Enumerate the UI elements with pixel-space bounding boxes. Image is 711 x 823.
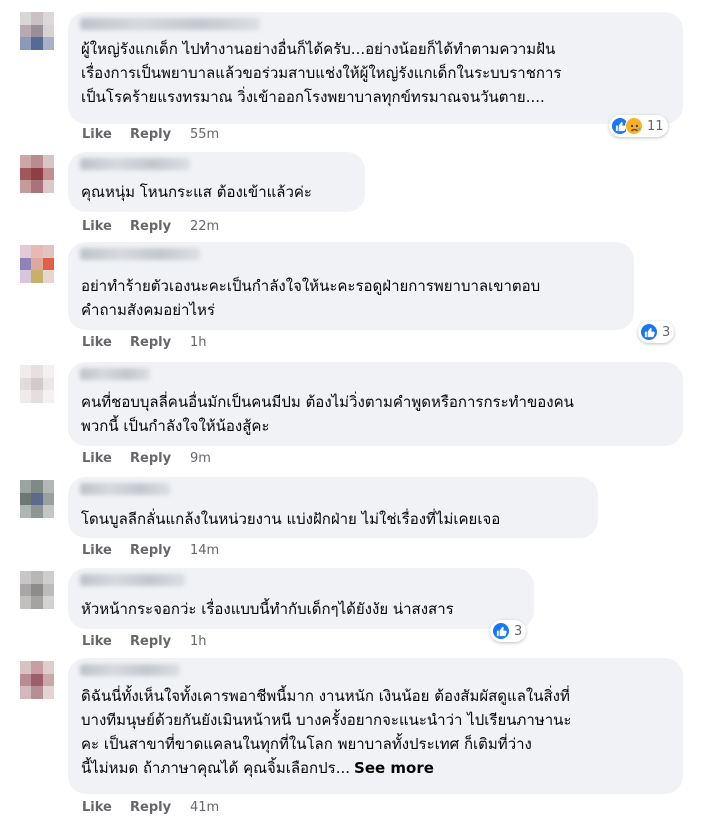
comment-line: โดนบูลลีกลั่นแกล้งในหน่วยงาน แบ่งฝักฝ่าย… [81,510,501,528]
comment-line: พวกนี้ เป็นกำลังใจให้น้องสู้คะ [81,417,270,435]
comment-timestamp[interactable]: 14m [190,543,219,558]
comment-line: นี้ไม่หมด ถ้าภาษาคุณได้ คุณจิ้มเลือกปร..… [81,756,571,780]
reply-button[interactable]: Reply [130,219,171,234]
reply-button[interactable]: Reply [130,127,171,142]
reply-button[interactable]: Reply [130,451,171,466]
reaction-count: 11 [647,118,664,134]
comment-timestamp[interactable]: 1h [190,634,207,649]
avatar[interactable] [20,661,54,699]
commenter-name[interactable] [80,248,200,260]
commenter-name[interactable] [80,368,150,380]
comment-line: หัวหน้ากระจอกว่ะ เรื่องแบบนี้ทำกับเด็กๆไ… [81,600,454,618]
comment-bubble: คุณหนุ่ม โหนกระแส ต้องเข้าแล้วค่ะ [68,152,365,212]
avatar[interactable] [20,365,54,403]
comment-text: อย่าทำร้ายตัวเองนะคะเป็นกำลังใจให้นะคะรอ… [81,274,540,322]
avatar[interactable] [20,480,54,518]
comment-line: คำถามสังคมอย่าไหร่ [81,301,215,319]
comment-text: หัวหน้ากระจอกว่ะ เรื่องแบบนี้ทำกับเด็กๆไ… [81,597,454,621]
comment-line: คะ เป็นสาขาที่ขาดแคลนในทุกที่ในโลก พยาบา… [81,735,532,753]
comment-bubble: คนที่ชอบบุลลี่คนอื่นมักเป็นคนมีปม ต้องไม… [68,362,683,446]
comment-timestamp[interactable]: 22m [190,219,219,234]
comment-line: ผู้ใหญ่รังแกเด็ก ไปทำงานอย่างอื่นก็ได้คร… [81,40,556,58]
comment-text: คนที่ชอบบุลลี่คนอื่นมักเป็นคนมีปม ต้องไม… [81,390,574,438]
reply-button[interactable]: Reply [130,335,171,350]
reply-button[interactable]: Reply [130,800,171,815]
see-more-link[interactable]: See more [354,759,434,777]
avatar[interactable] [20,12,54,50]
like-button[interactable]: Like [82,800,112,815]
comment-line: คุณหนุ่ม โหนกระแส ต้องเข้าแล้วค่ะ [81,183,312,201]
comment-line: เรื่องการเป็นพยาบาลแล้วขอร่วมสาบแช่งให้ผ… [81,64,562,82]
comment-timestamp[interactable]: 1h [190,335,207,350]
reaction-count: 3 [662,324,671,340]
comment-line: เป็นโรคร้ายแรงทรมาณ วิ่งเข้าออกโรงพยาบาล… [81,88,545,106]
comment-bubble: ผู้ใหญ่รังแกเด็ก ไปทำงานอย่างอื่นก็ได้คร… [68,12,683,124]
comment-bubble: ดิฉันนี่ทั้งเห็นใจทั้งเคารพอาชีพนี้มาก ง… [68,658,683,794]
like-button[interactable]: Like [82,451,112,466]
commenter-name[interactable] [80,158,190,170]
commenter-name[interactable] [80,483,170,495]
like-button[interactable]: Like [82,335,112,350]
like-button[interactable]: Like [82,127,112,142]
comment-line-text: นี้ไม่หมด ถ้าภาษาคุณได้ คุณจิ้มเลือกปร..… [81,759,351,777]
comment-line: อย่าทำร้ายตัวเองนะคะเป็นกำลังใจให้นะคะรอ… [81,277,541,295]
reaction-summary[interactable]: 3 [638,321,675,343]
comment-text: ผู้ใหญ่รังแกเด็ก ไปทำงานอย่างอื่นก็ได้คร… [81,37,561,109]
like-reaction-icon [492,622,510,640]
comment-text: ดิฉันนี่ทั้งเห็นใจทั้งเคารพอาชีพนี้มาก ง… [81,684,571,780]
avatar[interactable] [20,155,54,193]
comment-bubble: โดนบูลลีกลั่นแกล้งในหน่วยงาน แบ่งฝักฝ่าย… [68,477,598,538]
reply-button[interactable]: Reply [130,543,171,558]
comment-bubble: อย่าทำร้ายตัวเองนะคะเป็นกำลังใจให้นะคะรอ… [68,242,634,330]
comment-line: บางทีมนุษย์ด้วยกันยังเมินหน้าหนี บางครั้… [81,711,572,729]
commenter-name[interactable] [80,18,260,30]
like-button[interactable]: Like [82,634,112,649]
avatar[interactable] [20,571,54,609]
commenter-name[interactable] [80,574,185,586]
reaction-summary[interactable]: 3 [490,620,527,642]
comment-timestamp[interactable]: 41m [190,800,219,815]
reaction-summary[interactable]: 11 [609,115,668,137]
comment-text: คุณหนุ่ม โหนกระแส ต้องเข้าแล้วค่ะ [81,180,312,204]
like-button[interactable]: Like [82,543,112,558]
reaction-count: 3 [514,623,523,639]
commenter-name[interactable] [80,664,180,676]
comment-line: ดิฉันนี่ทั้งเห็นใจทั้งเคารพอาชีพนี้มาก ง… [81,687,570,705]
comment-timestamp[interactable]: 9m [190,451,211,466]
avatar[interactable] [20,245,54,283]
comment-line: คนที่ชอบบุลลี่คนอื่นมักเป็นคนมีปม ต้องไม… [81,393,574,411]
reply-button[interactable]: Reply [130,634,171,649]
like-button[interactable]: Like [82,219,112,234]
comment-bubble: หัวหน้ากระจอกว่ะ เรื่องแบบนี้ทำกับเด็กๆไ… [68,568,534,629]
comment-text: โดนบูลลีกลั่นแกล้งในหน่วยงาน แบ่งฝักฝ่าย… [81,507,500,531]
comment-timestamp[interactable]: 55m [190,127,219,142]
like-reaction-icon [640,323,658,341]
sad-reaction-icon [625,117,643,135]
